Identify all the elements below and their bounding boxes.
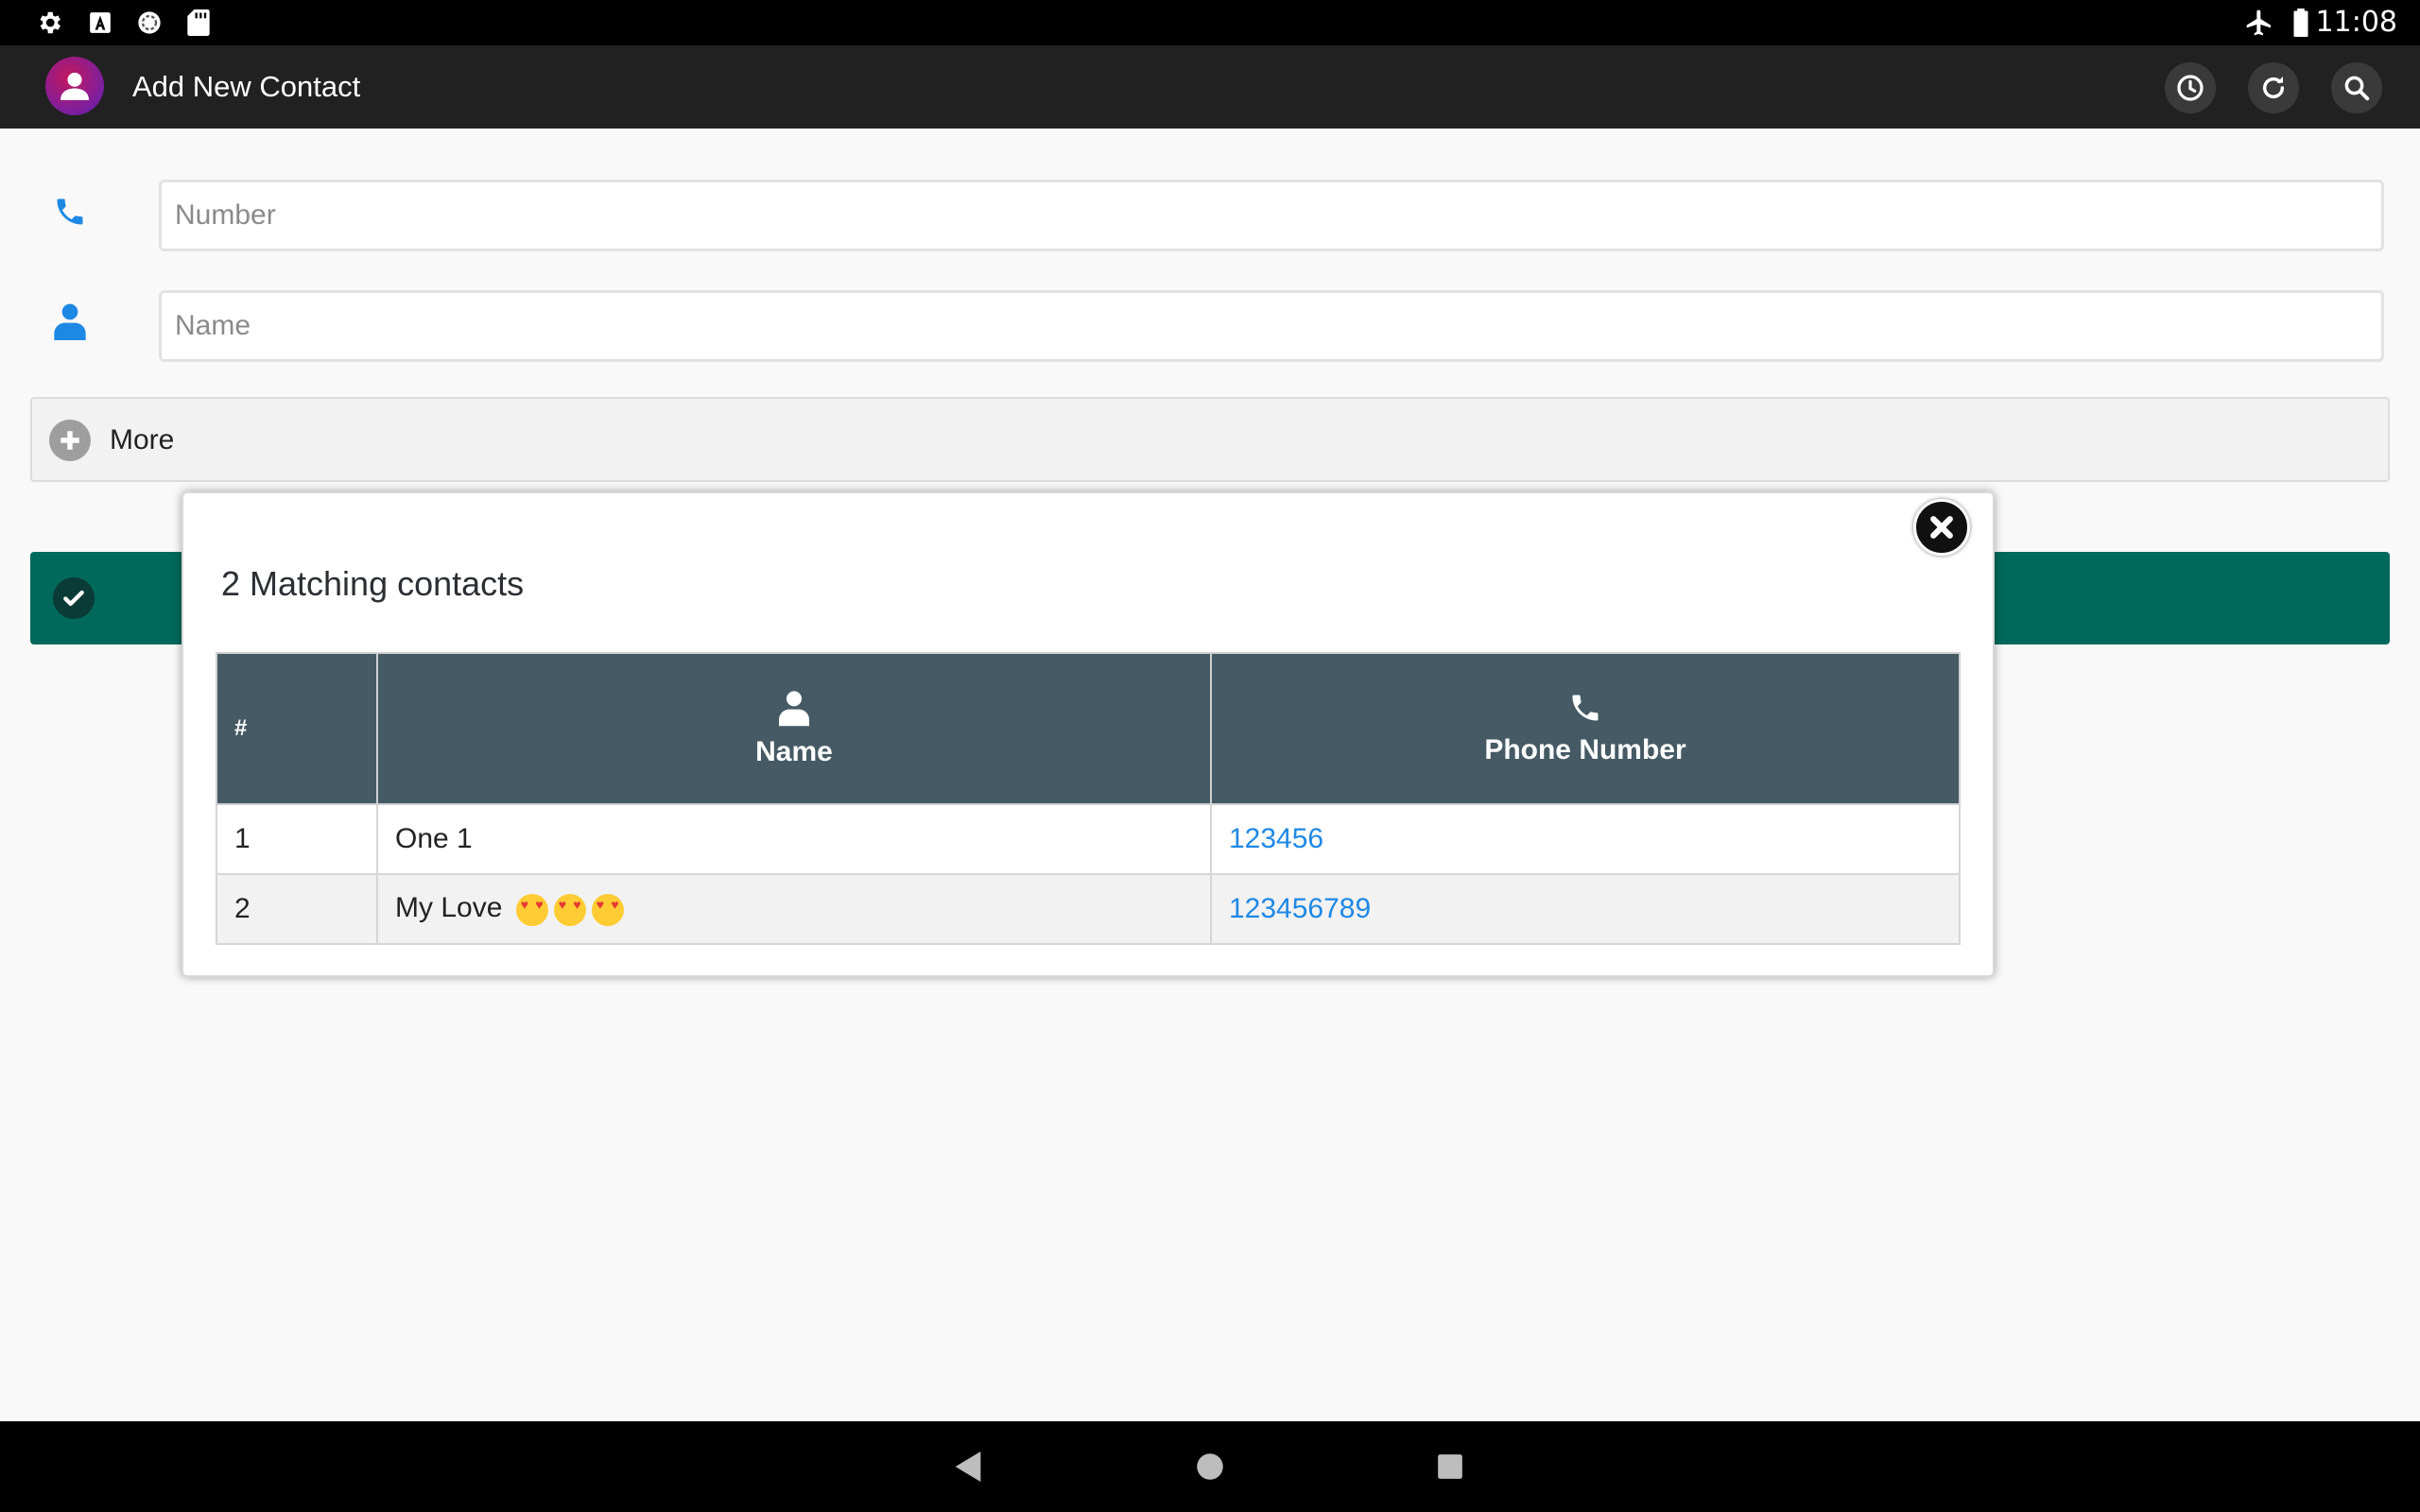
contact-name-cell: My Love (376, 873, 1212, 945)
recents-square-icon (1438, 1454, 1462, 1479)
home-button[interactable] (1191, 1448, 1229, 1486)
phone-icon (1572, 695, 1599, 721)
table-header-row: # Name Phone Number (216, 652, 1961, 805)
airplane-mode-icon (2244, 8, 2274, 38)
row-number: 1 (216, 803, 378, 875)
home-circle-icon (1197, 1453, 1223, 1480)
heart-eyes-emoji-icon (553, 893, 586, 926)
recents-button[interactable] (1431, 1448, 1469, 1486)
table-row[interactable]: 1 One 1 123456 (216, 803, 1961, 875)
name-input[interactable] (159, 290, 2384, 362)
person-icon (60, 72, 89, 100)
check-circle-icon (53, 577, 95, 619)
app-logo-avatar[interactable] (45, 57, 104, 115)
search-button[interactable] (2331, 62, 2382, 113)
settings-icon (34, 8, 64, 38)
sync-circle-icon (134, 8, 164, 38)
battery-icon (2286, 8, 2316, 38)
page-title: Add New Contact (132, 70, 361, 103)
contact-phone-link[interactable]: 123456789 (1210, 873, 1961, 945)
more-options-toggle[interactable]: More (30, 397, 2390, 482)
column-header-name-label: Name (755, 736, 833, 767)
row-number: 2 (216, 873, 378, 945)
history-icon (2177, 75, 2204, 101)
number-input[interactable] (159, 180, 2384, 251)
status-time: 11:08 (2315, 6, 2397, 39)
phone-icon (49, 191, 91, 232)
matching-contacts-table: # Name Phone Number 1 One 1 123456 2 My … (216, 652, 1961, 945)
column-header-name: Name (376, 652, 1212, 805)
table-row[interactable]: 2 My Love 123456789 (216, 873, 1961, 945)
contact-phone-link[interactable]: 123456 (1210, 803, 1961, 875)
close-icon (1930, 516, 1953, 539)
plus-circle-icon (49, 420, 91, 461)
dialog-title: 2 Matching contacts (221, 564, 525, 603)
column-header-number: # (216, 652, 378, 805)
search-icon (2344, 76, 2370, 101)
column-header-phone-label: Phone Number (1484, 734, 1686, 765)
heart-eyes-emoji-icon (591, 893, 624, 926)
sd-card-icon (183, 8, 214, 38)
close-dialog-button[interactable] (1913, 499, 1970, 556)
history-button[interactable] (2165, 62, 2216, 113)
person-icon (779, 691, 809, 727)
refresh-icon (2262, 77, 2285, 99)
column-header-phone: Phone Number (1210, 652, 1961, 805)
refresh-button[interactable] (2248, 62, 2299, 113)
person-icon (49, 301, 91, 342)
more-label: More (110, 424, 175, 455)
keyboard-a-icon (85, 8, 115, 38)
contact-name: My Love (395, 892, 503, 924)
app-bar: Add New Contact (0, 45, 2420, 129)
status-bar: 11:08 (0, 0, 2420, 45)
heart-eyes-emoji-icon (515, 893, 548, 926)
back-triangle-icon (955, 1452, 981, 1482)
back-button[interactable] (949, 1448, 987, 1486)
matching-contacts-dialog: 2 Matching contacts # Name Phone Number (182, 491, 1995, 977)
contact-name: One 1 (376, 803, 1212, 875)
system-navigation-bar (0, 1421, 2420, 1512)
